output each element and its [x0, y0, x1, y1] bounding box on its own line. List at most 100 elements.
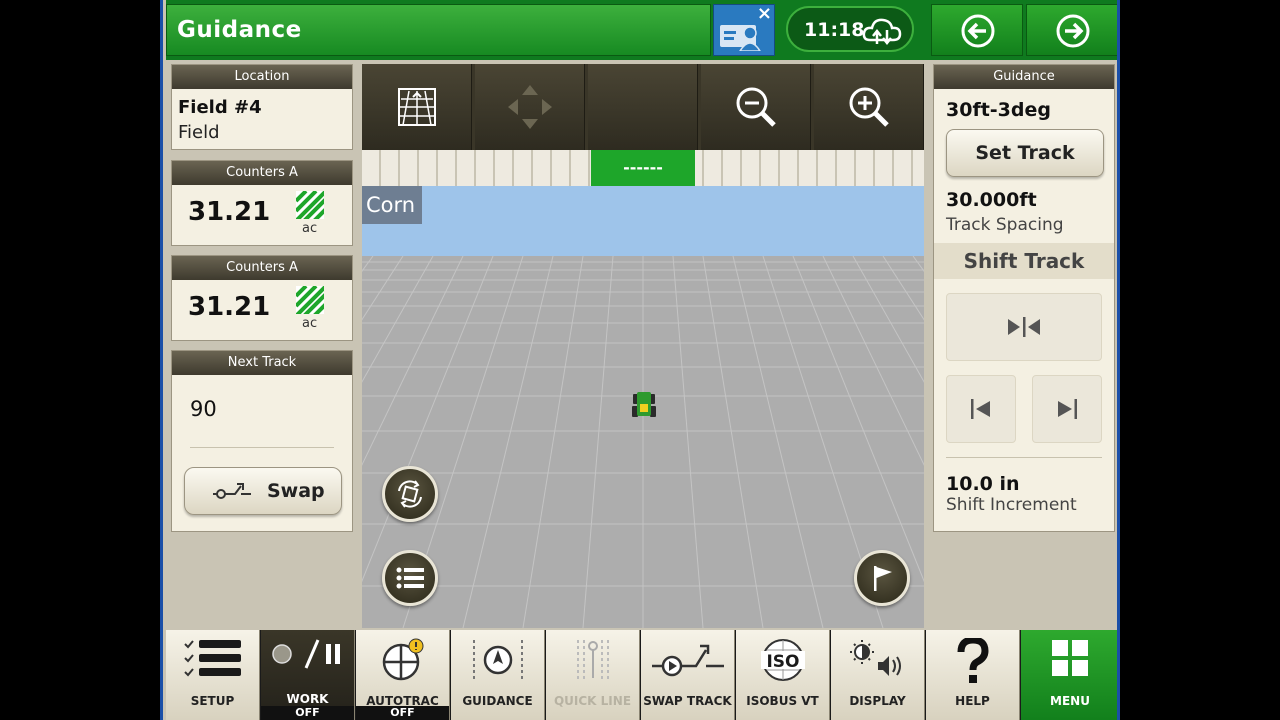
track-name[interactable]: 30ft-3deg: [946, 99, 1051, 121]
quick-line-button[interactable]: QUICK LINE: [546, 630, 640, 720]
quick-line-label: QUICK LINE: [553, 694, 632, 708]
rotate-view-button[interactable]: [382, 466, 438, 522]
cloud-sync-icon: [862, 18, 902, 46]
counter-unit: ac: [302, 316, 318, 331]
checklist-icon: [183, 640, 241, 677]
setup-button[interactable]: SETUP: [166, 630, 260, 720]
counter-panel[interactable]: Counters A 31.21 ac: [171, 255, 353, 341]
autotrac-status: OFF: [356, 706, 449, 720]
location-heading: Location: [172, 65, 352, 89]
pan-icon: [507, 85, 552, 129]
ground-grid: [362, 256, 924, 628]
guidance-label: GUIDANCE: [462, 694, 533, 708]
swap-button[interactable]: Swap: [184, 467, 342, 515]
display-label: DISPLAY: [849, 694, 906, 708]
zoom-out-button[interactable]: [701, 64, 811, 150]
next-track-value: 90: [190, 397, 217, 421]
pan-button[interactable]: [475, 64, 585, 150]
flag-icon: [874, 566, 892, 591]
lightbar-center: ------: [591, 150, 695, 186]
next-track-heading: Next Track: [172, 351, 352, 375]
operator-icon: [720, 25, 761, 51]
zoom-in-icon: [849, 87, 889, 127]
menu-grid-icon: [1052, 640, 1088, 676]
work-record-icon: [271, 639, 340, 669]
list-icon: [396, 567, 424, 589]
forward-button[interactable]: [1026, 4, 1117, 56]
page-title-bar: Guidance: [166, 4, 711, 56]
crop-label: Corn: [362, 186, 422, 224]
guidance-button[interactable]: GUIDANCE: [451, 630, 545, 720]
map-toolbar: [362, 64, 924, 150]
area-worked-icon: [296, 286, 324, 314]
shift-left-button[interactable]: [946, 375, 1016, 443]
shift-right-icon: [1058, 399, 1077, 419]
iso-icon: ISO: [760, 639, 805, 681]
status-indicator[interactable]: 11:18: [786, 6, 914, 52]
zoom-in-button[interactable]: [814, 64, 924, 150]
quick-line-icon: [576, 640, 609, 680]
page-title: Guidance: [177, 17, 302, 43]
help-icon: [957, 638, 989, 683]
list-button[interactable]: [382, 550, 438, 606]
zoom-out-icon: [736, 87, 776, 127]
location-panel[interactable]: Location Field #4 Field: [171, 64, 353, 150]
divider: [946, 457, 1102, 458]
location-type: Field: [178, 122, 220, 143]
help-button[interactable]: HELP: [926, 630, 1020, 720]
counter-unit: ac: [302, 221, 318, 236]
work-button[interactable]: WORK OFF: [261, 630, 355, 720]
recenter-icon: [1008, 317, 1040, 337]
toolbar-blank: [588, 64, 698, 150]
isobus-vt-label: ISOBUS VT: [746, 694, 819, 708]
map-sky: [362, 186, 924, 256]
divider: [190, 447, 334, 448]
menu-label: MENU: [1050, 694, 1090, 708]
back-button[interactable]: [931, 4, 1023, 56]
area-worked-icon: [296, 191, 324, 219]
guidance-heading: Guidance: [934, 65, 1114, 89]
set-track-button[interactable]: Set Track: [946, 129, 1104, 177]
counter-heading: Counters A: [172, 256, 352, 280]
shift-right-button[interactable]: [1032, 375, 1102, 443]
next-track-panel: Next Track 90 Swap: [171, 350, 353, 532]
isobus-vt-button[interactable]: ISO ISOBUS VT: [736, 630, 830, 720]
setup-label: SETUP: [190, 694, 235, 708]
swap-track-label: SWAP TRACK: [643, 694, 732, 708]
tractor-icon: [632, 392, 656, 417]
guidance-map[interactable]: ------ Corn: [362, 64, 924, 628]
work-status: OFF: [261, 706, 354, 720]
grid-view-icon: [397, 88, 436, 126]
counter-value: 31.21: [188, 197, 271, 227]
shift-increment-value[interactable]: 10.0 in: [946, 473, 1020, 495]
shift-track-heading: Shift Track: [934, 243, 1114, 279]
work-label: WORK: [286, 692, 329, 706]
operator-button[interactable]: ×: [713, 3, 775, 56]
flag-button[interactable]: [854, 550, 910, 606]
counter-heading: Counters A: [172, 161, 352, 185]
display-button[interactable]: DISPLAY: [831, 630, 925, 720]
rotate-view-icon: [398, 480, 422, 508]
location-name: Field #4: [178, 97, 262, 118]
header-bar: Guidance × 11:18: [166, 0, 1117, 60]
track-spacing-label: Track Spacing: [946, 215, 1064, 235]
swap-label: Swap: [267, 480, 325, 502]
brightness-volume-icon: [849, 640, 901, 676]
swap-track-icon: [651, 644, 724, 677]
view-mode-button[interactable]: [362, 64, 472, 150]
arrow-right-icon: [1056, 14, 1090, 48]
svg-text:ISO: ISO: [766, 652, 799, 672]
counter-panel[interactable]: Counters A 31.21 ac: [171, 160, 353, 246]
arrow-left-icon: [961, 14, 995, 48]
autotrac-icon: [382, 638, 423, 681]
menu-button[interactable]: MENU: [1021, 630, 1117, 720]
swap-track-icon: [213, 483, 251, 499]
display-screen: Guidance × 11:18 Location Field #4 Field…: [160, 0, 1120, 720]
shift-center-button[interactable]: [946, 293, 1102, 361]
clock: 11:18: [804, 19, 865, 41]
guidance-panel: Guidance 30ft-3deg Set Track 30.000ft Tr…: [933, 64, 1115, 532]
swap-track-button[interactable]: SWAP TRACK: [641, 630, 735, 720]
autotrac-button[interactable]: AUTOTRAC OFF: [356, 630, 450, 720]
close-icon[interactable]: ×: [757, 3, 772, 24]
map-ground: [362, 256, 924, 628]
